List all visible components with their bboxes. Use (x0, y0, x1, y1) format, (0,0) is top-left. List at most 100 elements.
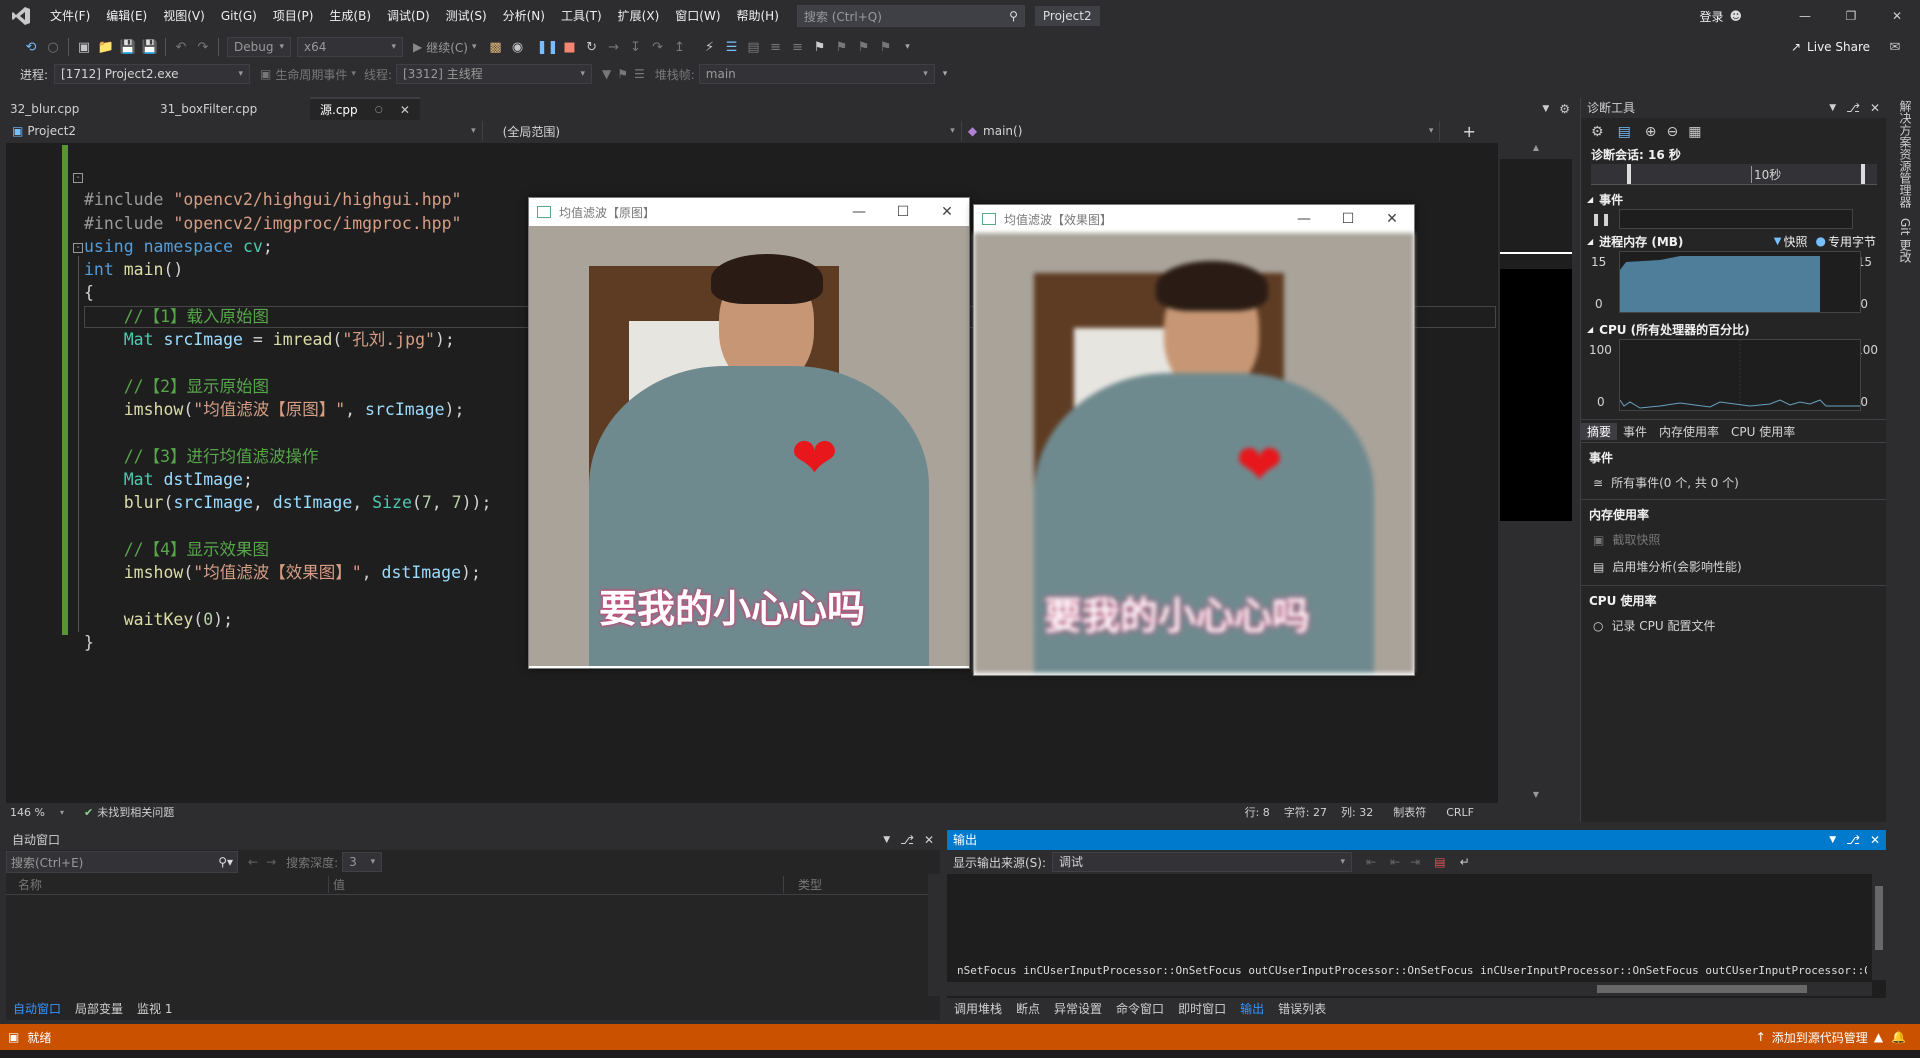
menu-item[interactable]: 测试(S) (438, 0, 495, 32)
col-name[interactable]: 名称 (6, 876, 328, 893)
collapse-icon[interactable]: ◢ (1587, 195, 1593, 204)
notifications-icon[interactable]: 🔔 (1891, 1030, 1906, 1044)
panel-menu-icon[interactable]: ▼ (883, 830, 890, 850)
new-project-icon[interactable]: ▣ (73, 36, 95, 58)
panel-menu-icon[interactable]: ▼ (1829, 830, 1836, 850)
redo-icon[interactable]: ↷ (192, 36, 214, 58)
feedback-icon[interactable]: ✉ (1884, 36, 1906, 58)
close-button[interactable]: ✕ (1874, 9, 1920, 23)
process-dropdown[interactable]: [1712] Project2.exe ▾ (54, 64, 251, 84)
output-source-dropdown[interactable]: 调试 ▾ (1052, 852, 1353, 872)
step-out-icon[interactable]: ↥ (669, 36, 691, 58)
zoom-level[interactable]: 146 % (10, 806, 60, 819)
menu-item[interactable]: 帮助(H) (729, 0, 787, 32)
menu-item[interactable]: Git(G) (213, 0, 265, 32)
zoom-out-icon[interactable]: ⊖ (1667, 124, 1679, 140)
timeline-end-handle[interactable] (1861, 164, 1865, 184)
tab-31-boxfilter[interactable]: 31_boxFilter.cpp (150, 98, 310, 120)
tab-watch-1[interactable]: 监视 1 (130, 999, 179, 1019)
close-button[interactable]: ✕ (1370, 211, 1414, 227)
member-dropdown[interactable]: ◆ main() ▾ (961, 121, 1441, 141)
source-control-label[interactable]: 添加到源代码管理 (1772, 1029, 1868, 1046)
diag-tab-events[interactable]: 事件 (1617, 423, 1653, 440)
live-share-button[interactable]: ↗ Live Share (1791, 40, 1870, 54)
blurred-image-window[interactable]: 均值滤波【效果图】 — ☐ ✕ ❤ 要我的小心心吗 (973, 204, 1415, 676)
tab-exception-settings[interactable]: 异常设置 (1047, 999, 1109, 1019)
tab-locals[interactable]: 局部变量 (68, 999, 130, 1019)
close-button[interactable]: ✕ (925, 204, 969, 220)
outline-collapse-main[interactable]: - (73, 243, 83, 253)
heap-profiling-item[interactable]: ▤ 启用堆分析(会影响性能) (1581, 552, 1886, 581)
record-cpu-item[interactable]: ○ 记录 CPU 配置文件 (1581, 613, 1886, 638)
autos-search[interactable]: 搜索(Ctrl+E) ⚲▾ (6, 851, 238, 873)
original-image-window[interactable]: 均值滤波【原图】 — ☐ ✕ ❤ 要我的小心心吗 (528, 197, 970, 669)
format-icon[interactable]: ▤ (743, 36, 765, 58)
col-type[interactable]: 类型 (783, 875, 940, 893)
restart-icon[interactable]: ↻ (581, 36, 603, 58)
pin-icon[interactable]: ⎇ (1846, 98, 1860, 118)
tab-command-window[interactable]: 命令窗口 (1109, 999, 1171, 1019)
menu-item[interactable]: 生成(B) (321, 0, 379, 32)
tab-immediate-window[interactable]: 即时窗口 (1171, 999, 1233, 1019)
bookmark-icon[interactable]: ⚑ (809, 36, 831, 58)
settings-icon[interactable]: ⚙ (1559, 102, 1570, 116)
split-button[interactable]: + (1440, 122, 1498, 141)
side-tab-git-changes[interactable]: Git 更改 (1894, 218, 1914, 263)
timeline-ruler[interactable]: 10秒 (1591, 164, 1877, 185)
diag-export-icon[interactable]: ▤ (1618, 124, 1631, 140)
diag-tab-memory[interactable]: 内存使用率 (1653, 423, 1725, 440)
signin-link[interactable]: 登录 (1699, 8, 1723, 25)
search-back-icon[interactable]: ← (248, 855, 258, 869)
search-forward-icon[interactable]: → (266, 855, 276, 869)
open-folder-icon[interactable]: 📁 (95, 36, 117, 58)
tab-autos[interactable]: 自动窗口 (6, 999, 68, 1019)
save-icon[interactable]: 💾 (117, 36, 139, 58)
prev-message-icon[interactable]: ⇤ (1390, 855, 1400, 869)
outline-collapse-include[interactable]: - (73, 173, 83, 183)
vscroll-thumb[interactable] (1875, 886, 1883, 950)
menu-item[interactable]: 工具(T) (553, 0, 610, 32)
pin-icon[interactable]: ○ (375, 99, 383, 121)
menu-item[interactable]: 分析(N) (495, 0, 553, 32)
menu-item[interactable]: 文件(F) (42, 0, 98, 32)
take-snapshot-item[interactable]: ▣ 截取快照 (1581, 527, 1886, 552)
depth-dropdown[interactable]: 3 ▾ (342, 852, 383, 872)
minimize-button[interactable]: — (1782, 9, 1828, 23)
line-ending[interactable]: CRLF (1446, 806, 1474, 819)
close-icon[interactable]: ✕ (1870, 830, 1880, 850)
forward-icon[interactable]: ○ (42, 36, 64, 58)
prev-bookmark-icon[interactable]: ⚑ (831, 36, 853, 58)
close-icon[interactable]: ✕ (924, 830, 934, 850)
platform-dropdown[interactable]: x64 ▾ (297, 37, 403, 57)
back-icon[interactable]: ⟲ (20, 36, 42, 58)
show-next-statement-icon[interactable]: → (603, 36, 625, 58)
tab-list-icon[interactable]: ▼ (1542, 104, 1549, 114)
save-all-icon[interactable]: 💾 (139, 36, 161, 58)
menu-item[interactable]: 调试(D) (379, 0, 438, 32)
word-wrap-icon[interactable]: ↵ (1460, 855, 1470, 869)
restore-button[interactable]: ❐ (1828, 9, 1874, 23)
undo-icon[interactable]: ↶ (170, 36, 192, 58)
camera-icon[interactable]: ◉ (507, 36, 529, 58)
minimize-button[interactable]: — (837, 204, 881, 220)
tabs-mode[interactable]: 制表符 (1393, 804, 1426, 820)
output-vscrollbar[interactable] (1872, 874, 1886, 980)
project-dropdown[interactable]: ▣ Project2 ▾ (6, 121, 483, 141)
tab-32-blur[interactable]: 32_blur.cpp (0, 98, 150, 120)
diag-tab-cpu[interactable]: CPU 使用率 (1725, 423, 1801, 440)
output-hscrollbar[interactable] (947, 982, 1872, 996)
attach-icon[interactable]: ▩ (485, 36, 507, 58)
clear-all-icon[interactable]: ▤ (1434, 855, 1445, 869)
menu-item[interactable]: 窗口(W) (667, 0, 728, 32)
scope-dropdown[interactable]: (全局范围) ▾ (482, 121, 962, 141)
step-into-icon[interactable]: ↧ (625, 36, 647, 58)
window-titlebar[interactable]: 均值滤波【效果图】 — ☐ ✕ (974, 205, 1414, 233)
side-tab-solution-explorer[interactable]: 解决方案资源管理器 (1894, 100, 1914, 208)
tab-output[interactable]: 输出 (1233, 999, 1271, 1019)
account-icon[interactable]: ☻ (1729, 9, 1742, 23)
col-value[interactable]: 值 (328, 875, 783, 893)
timeline-start-handle[interactable] (1627, 164, 1631, 184)
panel-menu-icon[interactable]: ▼ (1829, 98, 1836, 118)
menu-item[interactable]: 视图(V) (155, 0, 213, 32)
tab-call-stack[interactable]: 调用堆栈 (947, 999, 1009, 1019)
